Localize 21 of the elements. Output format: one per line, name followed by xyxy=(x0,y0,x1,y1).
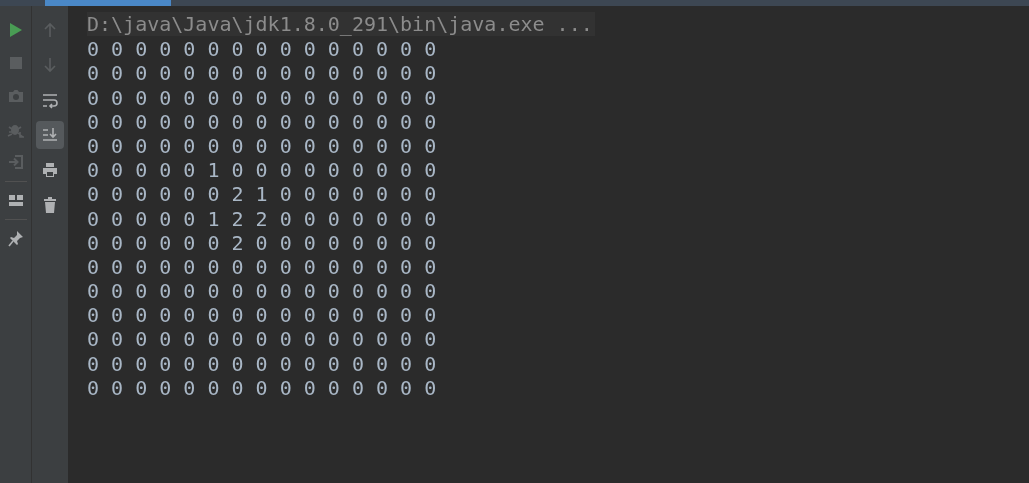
output-line: 0 0 0 0 0 1 0 0 0 0 0 0 0 0 0 xyxy=(87,158,437,183)
scroll-to-end-icon[interactable] xyxy=(41,126,59,144)
output-line: 0 0 0 0 0 0 0 0 0 0 0 0 0 0 0 xyxy=(87,133,437,158)
soft-wrap-icon[interactable] xyxy=(41,91,59,109)
output-line: 0 0 0 0 0 0 0 0 0 0 0 0 0 0 0 xyxy=(87,351,437,376)
output-line: 0 0 0 0 0 0 2 0 0 0 0 0 0 0 0 xyxy=(87,230,437,255)
output-line: 0 0 0 0 0 0 0 0 0 0 0 0 0 0 0 xyxy=(87,109,437,134)
output-line: 0 0 0 0 0 0 2 1 0 0 0 0 0 0 0 xyxy=(87,182,437,207)
output-line: 0 0 0 0 0 0 0 0 0 0 0 0 0 0 0 xyxy=(87,37,437,62)
output-line: 0 0 0 0 0 0 0 0 0 0 0 0 0 0 0 xyxy=(87,61,437,86)
output-line: 0 0 0 0 0 0 0 0 0 0 0 0 0 0 0 xyxy=(87,85,437,110)
output-line: 0 0 0 0 0 0 0 0 0 0 0 0 0 0 0 xyxy=(87,327,437,352)
output-line: 0 0 0 0 0 0 0 0 0 0 0 0 0 0 0 xyxy=(87,375,437,400)
output-line: 0 0 0 0 0 1 2 2 0 0 0 0 0 0 0 xyxy=(87,206,437,231)
output-line: 0 0 0 0 0 0 0 0 0 0 0 0 0 0 0 xyxy=(87,254,437,279)
printer-icon[interactable] xyxy=(41,161,59,179)
trash-icon[interactable] xyxy=(41,196,59,214)
toolbar-button[interactable] xyxy=(36,121,64,149)
output-line: 0 0 0 0 0 0 0 0 0 0 0 0 0 0 0 xyxy=(87,279,437,304)
output-line: 0 0 0 0 0 0 0 0 0 0 0 0 0 0 0 xyxy=(87,303,437,328)
pin-icon[interactable] xyxy=(6,229,25,247)
